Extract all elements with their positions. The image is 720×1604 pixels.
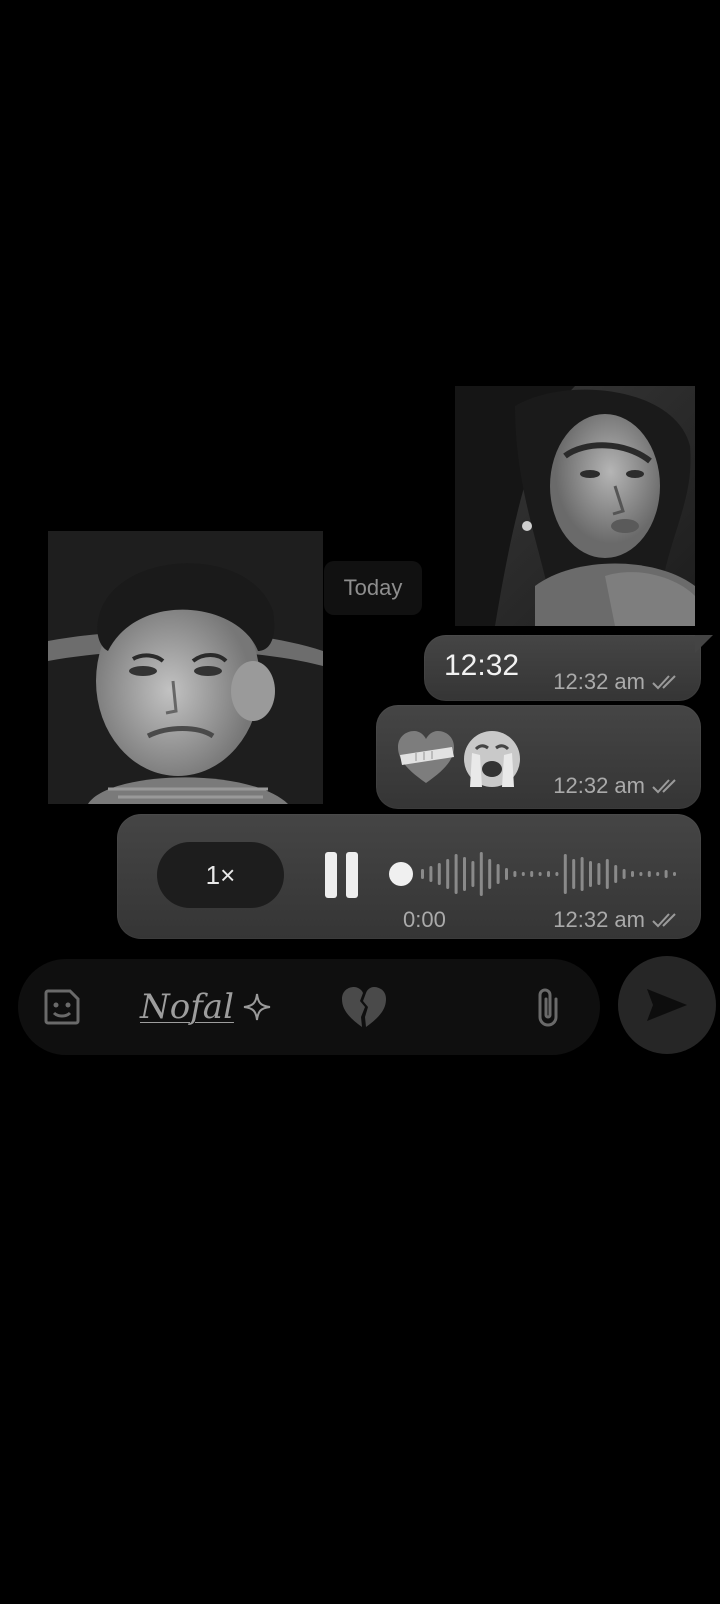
waveform-bar bbox=[547, 871, 550, 877]
waveform-bar bbox=[488, 859, 492, 889]
double-check-icon bbox=[651, 911, 683, 929]
waveform-bar bbox=[429, 866, 433, 882]
voice-message-bubble[interactable]: 1× 0:00 12:32 am bbox=[117, 814, 701, 939]
bubble-tail bbox=[695, 635, 713, 653]
send-button[interactable] bbox=[618, 956, 716, 1054]
emoji-row bbox=[396, 729, 522, 789]
message-time: 12:32 am bbox=[553, 669, 645, 694]
message-text: 12:32 bbox=[444, 649, 520, 682]
crying-face-emoji bbox=[464, 731, 520, 787]
waveform-bar bbox=[479, 852, 483, 896]
waveform-bar bbox=[631, 871, 634, 877]
message-time: 12:32 am bbox=[553, 773, 645, 798]
double-check-icon bbox=[651, 673, 683, 691]
waveform-bar bbox=[563, 854, 567, 894]
composer-text: Nofal bbox=[140, 987, 234, 1027]
date-separator: Today bbox=[324, 561, 422, 615]
waveform-bar bbox=[454, 854, 458, 894]
pause-icon-bar-left bbox=[325, 852, 337, 898]
message-time: 12:32 am bbox=[553, 907, 645, 932]
pause-icon-bar-right bbox=[346, 852, 358, 898]
waveform-bar bbox=[622, 869, 626, 879]
waveform-bar bbox=[471, 861, 475, 887]
waveform-bar bbox=[656, 872, 660, 876]
waveform-bar bbox=[496, 864, 500, 884]
waveform-bar bbox=[421, 869, 424, 879]
text-message-bubble[interactable]: 12:32 12:32 am bbox=[424, 635, 713, 701]
waveform-bar bbox=[647, 871, 651, 877]
woman-photo bbox=[455, 386, 695, 626]
composer-input[interactable]: Nofal bbox=[140, 987, 272, 1027]
sticker-icon[interactable] bbox=[42, 987, 82, 1027]
waveform-bar bbox=[521, 872, 525, 876]
message-meta: 12:32 am bbox=[553, 907, 683, 933]
waveform-bar bbox=[614, 865, 618, 883]
double-check-icon bbox=[651, 777, 683, 795]
waveform-bar bbox=[605, 859, 609, 889]
sparkle-icon bbox=[243, 993, 271, 1021]
paperclip-icon[interactable] bbox=[534, 985, 564, 1031]
waveform-bar bbox=[639, 872, 643, 876]
waveform-bar bbox=[572, 859, 576, 889]
waveform-bar bbox=[446, 859, 450, 889]
boy-photo bbox=[48, 531, 323, 804]
audio-waveform-scrubber[interactable] bbox=[387, 846, 687, 902]
heart-with-bandage-emoji bbox=[398, 731, 454, 783]
waveform-bar bbox=[463, 857, 466, 891]
waveform-bar bbox=[530, 871, 534, 877]
waveform-bar bbox=[589, 861, 592, 887]
waveform-bar bbox=[505, 868, 508, 880]
waveform-bar bbox=[513, 871, 517, 877]
send-icon bbox=[647, 989, 687, 1021]
broken-heart-icon bbox=[342, 987, 386, 1027]
image-message-boy[interactable] bbox=[48, 531, 323, 804]
waveform-bar bbox=[555, 872, 559, 876]
chat-screen: Today 12:32 12:32 am 12:32 am 1× 0:00 12… bbox=[0, 0, 720, 1604]
waveform-bar bbox=[580, 857, 584, 891]
voice-elapsed-time: 0:00 bbox=[403, 907, 446, 932]
image-message-woman[interactable] bbox=[455, 386, 695, 626]
waveform-bar bbox=[538, 872, 542, 876]
message-composer[interactable]: Nofal bbox=[18, 959, 600, 1055]
waveform-bar bbox=[597, 863, 601, 885]
waveform-bar bbox=[673, 872, 676, 876]
waveform-bar bbox=[437, 863, 441, 885]
message-meta: 12:32 am bbox=[553, 773, 683, 799]
waveform-bar bbox=[664, 870, 668, 878]
pause-button[interactable] bbox=[325, 852, 367, 898]
message-meta: 12:32 am bbox=[553, 669, 683, 695]
scrubber-handle bbox=[389, 862, 413, 886]
emoji-message-bubble[interactable]: 12:32 am bbox=[376, 705, 701, 809]
playback-speed-button[interactable]: 1× bbox=[157, 842, 284, 908]
